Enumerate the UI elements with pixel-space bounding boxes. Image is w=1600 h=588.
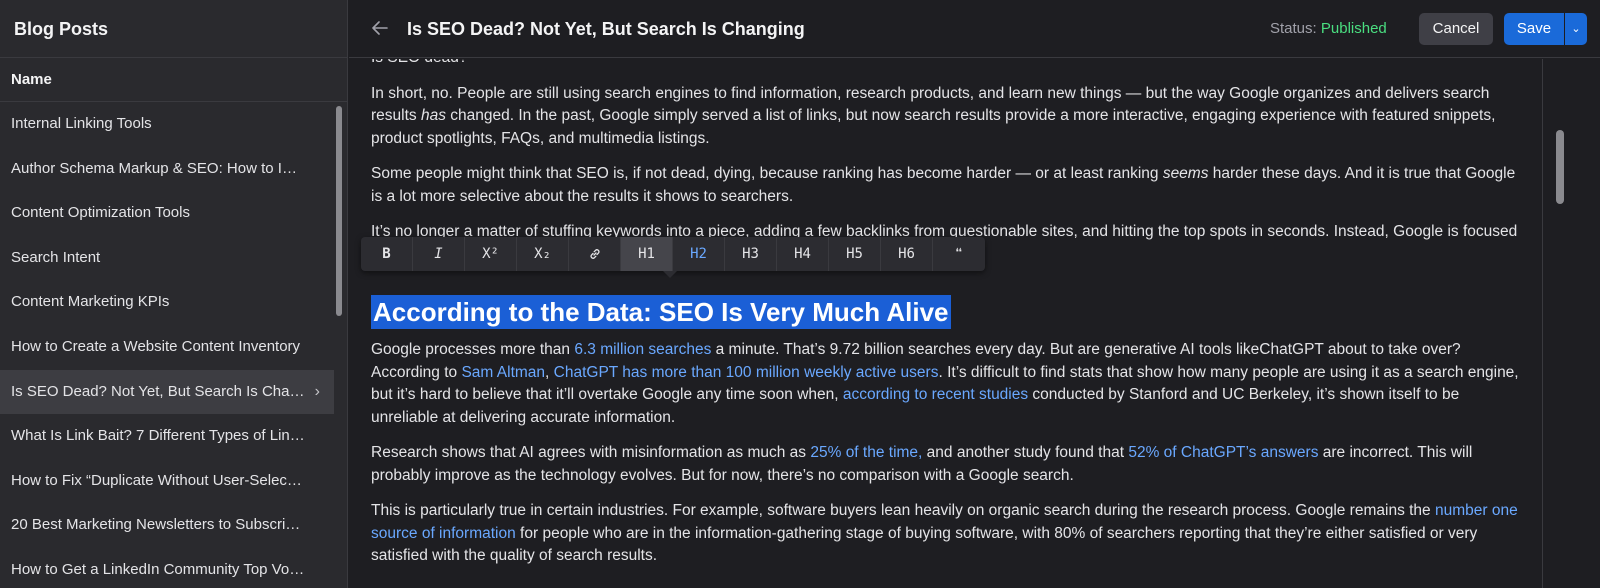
inline-link[interactable]: according to recent studies [843, 386, 1028, 403]
list-item[interactable]: Internal Linking Tools [0, 102, 334, 147]
link-icon [589, 249, 600, 259]
list-item-label: Author Schema Markup & SEO: How to Imple… [11, 159, 334, 177]
sidebar: Blog Posts Name Internal Linking Tools A… [0, 0, 348, 588]
italic-button[interactable]: I [413, 237, 465, 271]
list-item[interactable]: What Is Link Bait? 7 Different Types of … [0, 414, 334, 459]
editor-body[interactable]: Is SEO dead? In short, no. People are st… [349, 59, 1543, 588]
list-item-label: How to Fix “Duplicate Without User-Selec… [11, 471, 334, 489]
heading-2-button[interactable]: H2 [673, 237, 725, 271]
status-label: Status: [1270, 20, 1317, 37]
bold-button[interactable]: B [361, 237, 413, 271]
list-item[interactable]: Author Schema Markup & SEO: How to Imple… [0, 147, 334, 192]
back-arrow-icon[interactable] [369, 17, 391, 39]
formatting-toolbar: B I X² X₂ H1 H2 H3 H4 H5 H6 ❝ [361, 237, 985, 271]
superscript-button[interactable]: X² [465, 237, 517, 271]
list-item[interactable]: How to Get a LinkedIn Community Top Voic… [0, 548, 334, 588]
post-list: Internal Linking Tools Author Schema Mar… [0, 102, 334, 588]
paragraph: In short, no. People are still using sea… [371, 84, 1496, 147]
paragraph: Google processes more than 6.3 million s… [371, 341, 1519, 426]
paragraph: Some people might think that SEO is, if … [371, 165, 1516, 205]
save-button[interactable]: Save [1504, 13, 1564, 45]
cancel-button[interactable]: Cancel [1419, 13, 1493, 45]
list-item[interactable]: Content Optimization Tools [0, 191, 334, 236]
paragraph: This is particularly true in certain ind… [371, 502, 1518, 564]
list-item-label: What Is Link Bait? 7 Different Types of … [11, 427, 328, 445]
list-item[interactable]: 20 Best Marketing Newsletters to Subscri… [0, 503, 334, 548]
list-item-label: Internal Linking Tools [11, 115, 152, 132]
list-item[interactable]: How to Fix “Duplicate Without User-Selec… [0, 459, 334, 504]
subscript-button[interactable]: X₂ [517, 237, 569, 271]
list-item[interactable]: How to Create a Website Content Inventor… [0, 325, 334, 370]
inline-link[interactable]: 6.3 million searches [574, 341, 711, 358]
blockquote-button[interactable]: ❝ [933, 237, 985, 271]
status-badge: Published [1320, 20, 1387, 37]
inline-link[interactable]: ChatGPT has more than 100 million weekly… [554, 364, 939, 381]
inline-link[interactable]: Sam Altman [461, 364, 545, 381]
list-item-label: Search Intent [11, 248, 101, 266]
paragraph: Is SEO dead? [371, 59, 1521, 70]
list-item-label: Content Optimization Tools [11, 204, 190, 222]
sidebar-scrollbar[interactable] [336, 106, 342, 316]
heading-1-button[interactable]: H1 [621, 237, 673, 271]
paragraph: Research shows that AI agrees with misin… [371, 444, 1473, 484]
list-item-label: Content Marketing KPIs [11, 293, 170, 311]
heading-3-button[interactable]: H3 [725, 237, 777, 271]
selected-heading-h1[interactable]: According to the Data: SEO Is Very Much … [371, 295, 951, 329]
inline-link[interactable]: 52% of ChatGPT’s answers [1128, 444, 1318, 461]
link-button[interactable] [569, 237, 621, 271]
list-item-label: 20 Best Marketing Newsletters to Subscri… [11, 516, 322, 534]
rich-text-content[interactable]: Is SEO dead? In short, no. People are st… [371, 59, 1521, 581]
sidebar-title: Blog Posts [0, 0, 347, 58]
heading-5-button[interactable]: H5 [829, 237, 881, 271]
toolbar-pointer [663, 271, 677, 278]
heading-4-button[interactable]: H4 [777, 237, 829, 271]
heading-6-button[interactable]: H6 [881, 237, 933, 271]
editor-scrollbar[interactable] [1556, 130, 1564, 204]
list-item-label: How to Create a Website Content Inventor… [11, 337, 301, 355]
list-item-active[interactable]: Is SEO Dead? Not Yet, But Search Is Chan… [0, 369, 334, 415]
list-item[interactable]: Search Intent [0, 236, 334, 281]
inline-link[interactable]: 25% of the time, [810, 444, 922, 461]
chevron-right-icon: › [314, 382, 320, 400]
status-indicator: Status: Published [1270, 0, 1387, 58]
list-item[interactable]: Content Marketing KPIs [0, 280, 334, 325]
editor-header: Is SEO Dead? Not Yet, But Search Is Chan… [349, 0, 1600, 58]
list-item-label: Is SEO Dead? Not Yet, But Search Is Chan… [11, 382, 327, 400]
save-options-chevron-down-icon[interactable]: ⌄ [1565, 13, 1587, 45]
column-header-name[interactable]: Name [0, 58, 347, 102]
page-title: Is SEO Dead? Not Yet, But Search Is Chan… [407, 19, 805, 39]
list-item-label: How to Get a LinkedIn Community Top Voic… [11, 560, 334, 578]
